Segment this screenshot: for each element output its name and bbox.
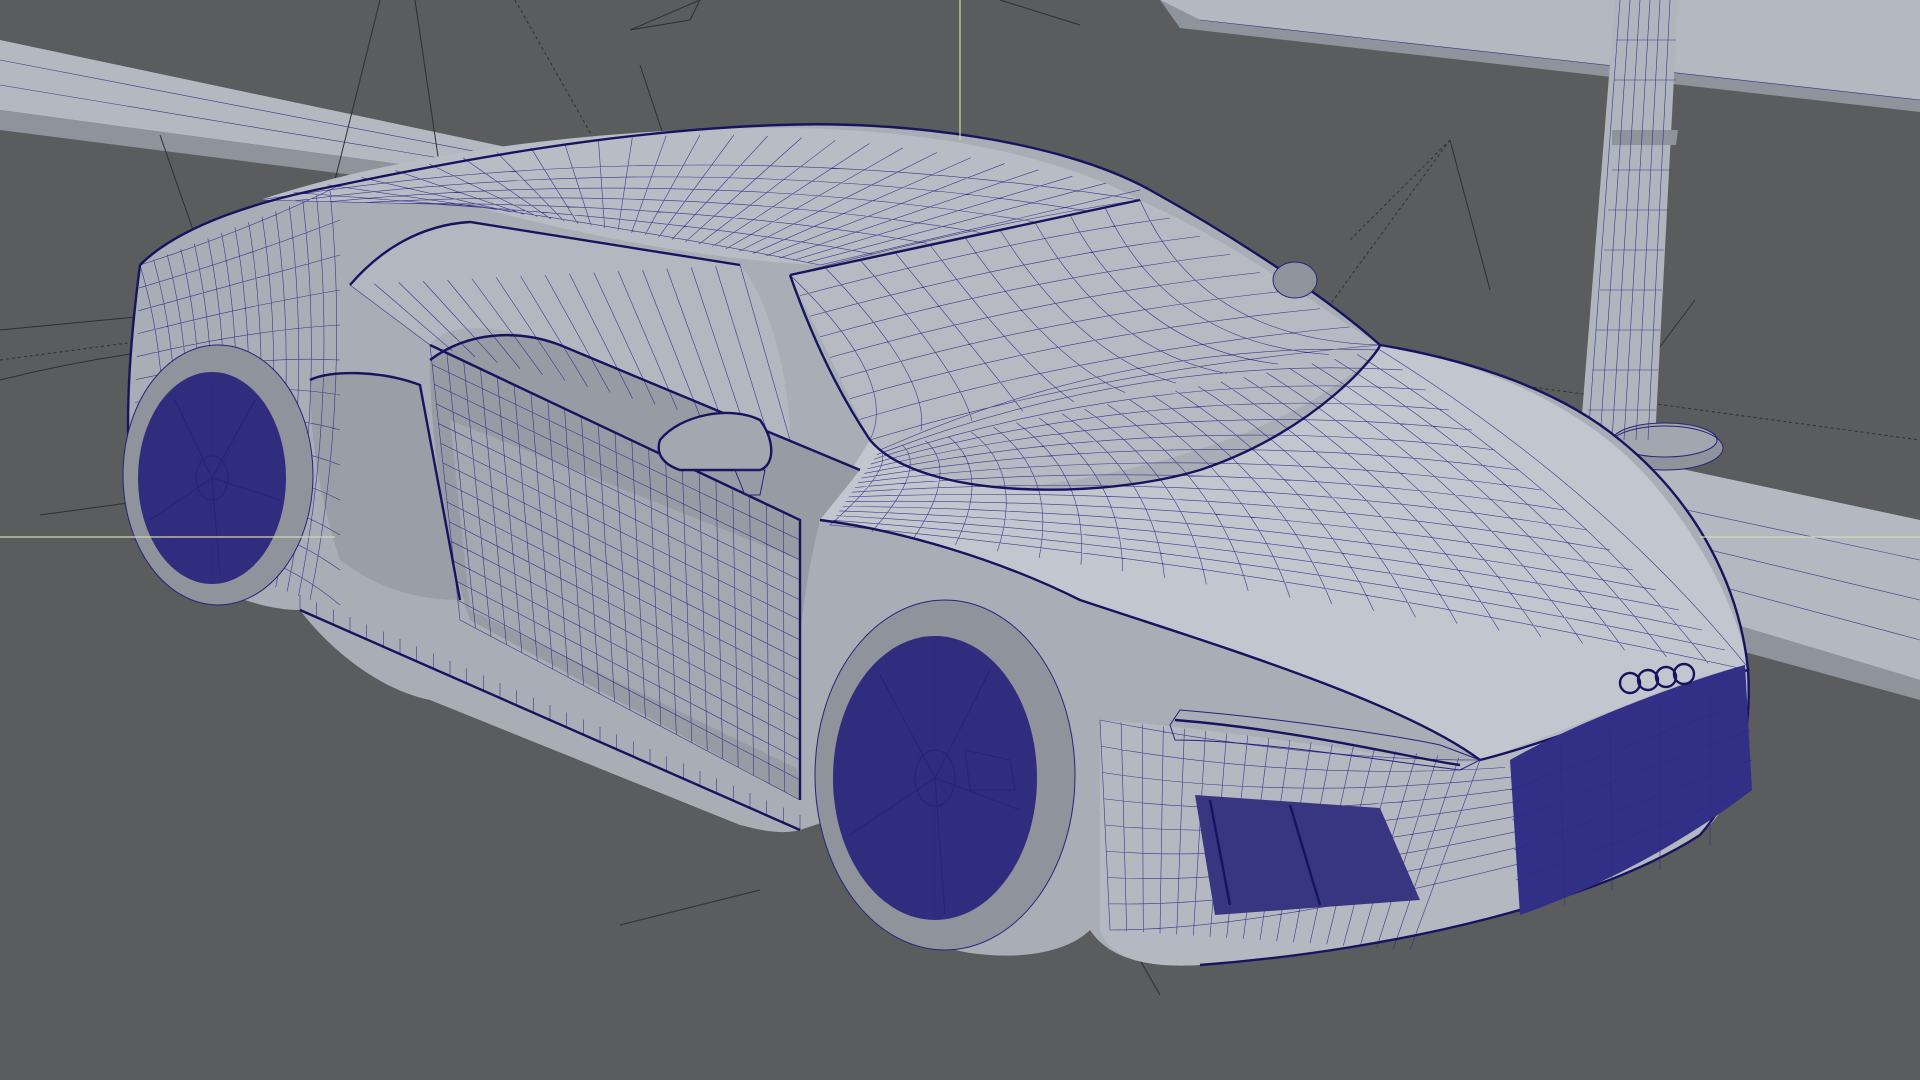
rear-wheel[interactable] [122,344,314,606]
roof-antenna [1272,261,1318,299]
3d-viewport[interactable] [0,0,1920,1080]
viewport-scene[interactable] [0,0,1920,1080]
front-wheel[interactable] [814,599,1076,951]
